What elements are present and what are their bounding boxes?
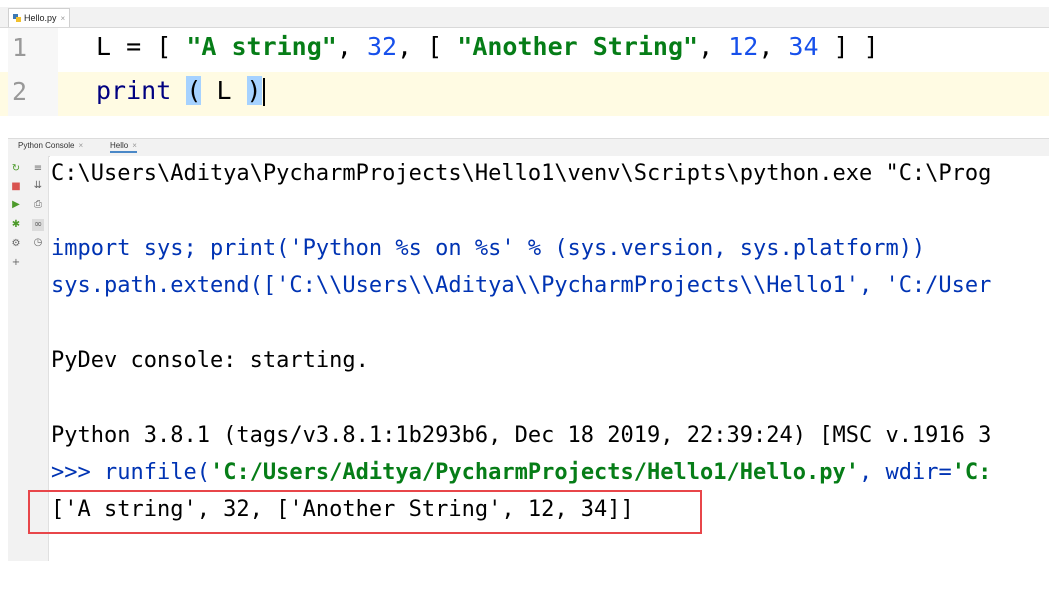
line-number: 1 bbox=[12, 33, 28, 62]
code-editor[interactable]: 1 2 L = [ "A string", 32, [ "Another Str… bbox=[0, 28, 1049, 116]
history-icon[interactable]: ◷ bbox=[32, 237, 44, 249]
code-token: , wdir= bbox=[858, 460, 952, 485]
code-token: , bbox=[758, 32, 789, 61]
console-line: import sys; print('Python %s on %s' % (s… bbox=[51, 236, 926, 261]
tab-hello[interactable]: Hello × bbox=[110, 141, 137, 153]
code-token: ] ] bbox=[818, 32, 879, 61]
paren-open: ( bbox=[186, 76, 202, 105]
code-token: , [ bbox=[397, 32, 458, 61]
code-token: runfile( bbox=[103, 460, 210, 485]
run-icon[interactable]: ▶ bbox=[10, 199, 22, 211]
number-literal: 34 bbox=[788, 32, 819, 61]
settings-icon[interactable]: ⚙ bbox=[10, 238, 22, 250]
console-prompt: >>> bbox=[51, 460, 104, 485]
close-icon[interactable]: × bbox=[61, 14, 66, 23]
add-icon[interactable]: + bbox=[10, 257, 22, 269]
number-literal: 12 bbox=[728, 32, 759, 61]
line-number: 2 bbox=[12, 77, 28, 106]
debug-icon[interactable]: ✱ bbox=[10, 219, 22, 231]
keyword-print: print bbox=[96, 76, 172, 105]
string-literal: "Another String" bbox=[457, 32, 699, 61]
number-literal: 32 bbox=[366, 32, 398, 61]
editor-tab-strip: Hello.py × bbox=[0, 7, 1049, 28]
tab-label: Python Console bbox=[18, 141, 75, 150]
text-caret bbox=[262, 78, 265, 106]
tab-label: Hello.py bbox=[24, 13, 57, 23]
string-literal: 'C: bbox=[951, 460, 992, 485]
tab-hello-py[interactable]: Hello.py × bbox=[8, 8, 71, 27]
paren-close: ) bbox=[246, 76, 262, 105]
code-line-2[interactable]: print ( L ) bbox=[96, 76, 265, 106]
stop-icon[interactable]: ■ bbox=[10, 181, 22, 193]
string-literal: 'C:/Users/Aditya/PycharmProjects/Hello1/… bbox=[209, 460, 859, 485]
tab-python-console[interactable]: Python Console × bbox=[18, 141, 83, 150]
runfile-line: >>> runfile('C:/Users/Aditya/PycharmProj… bbox=[51, 460, 991, 485]
tool-window-tabs: Python Console × Hello × bbox=[8, 138, 1049, 157]
tab-label: Hello bbox=[110, 141, 129, 150]
code-token: L = [ bbox=[96, 32, 187, 61]
scroll-end-icon[interactable]: ⇊ bbox=[32, 180, 44, 192]
highlight-box bbox=[28, 490, 702, 534]
code-line-1[interactable]: L = [ "A string", 32, [ "Another String"… bbox=[96, 32, 879, 61]
code-token: , bbox=[698, 32, 729, 61]
close-icon[interactable]: × bbox=[78, 141, 83, 150]
close-icon[interactable]: × bbox=[132, 141, 137, 150]
rerun-icon[interactable]: ↻ bbox=[10, 163, 22, 175]
print-icon[interactable]: ⎙ bbox=[32, 199, 44, 211]
console-line: sys.path.extend(['C:\\Users\\Aditya\\Pyc… bbox=[51, 273, 992, 298]
soft-wrap-icon[interactable]: ≡ bbox=[32, 163, 44, 175]
code-token: L bbox=[201, 76, 247, 105]
code-token: , bbox=[336, 32, 367, 61]
console-line: PyDev console: starting. bbox=[51, 348, 369, 373]
console-line: C:\Users\Aditya\PycharmProjects\Hello1\v… bbox=[51, 161, 992, 186]
variables-icon[interactable]: ∞ bbox=[32, 219, 44, 231]
pycharm-window: Hello.py × 1 2 L = [ "A string", 32, [ "… bbox=[0, 0, 1049, 599]
python-file-icon bbox=[13, 14, 21, 22]
string-literal: "A string" bbox=[186, 32, 337, 61]
console-line: Python 3.8.1 (tags/v3.8.1:1b293b6, Dec 1… bbox=[51, 423, 992, 448]
